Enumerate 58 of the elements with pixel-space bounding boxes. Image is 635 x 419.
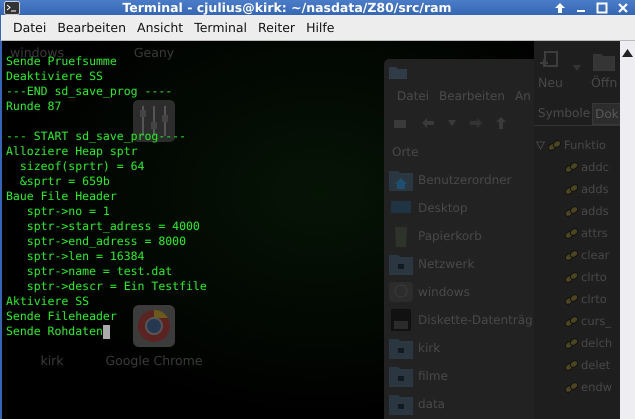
terminal-line: sptr->start_adress = 4000: [26, 219, 200, 234]
terminal-line: sptr->name = test.dat: [26, 264, 172, 279]
menu-item[interactable]: Reiter: [258, 20, 296, 35]
folder-icon: [389, 253, 413, 275]
menu-item[interactable]: Bearbeiten: [57, 20, 126, 35]
link-icon: [564, 380, 579, 394]
home-folder-icon: [389, 169, 413, 191]
menu-item[interactable]: Terminal: [194, 20, 248, 35]
folder-icon: [389, 337, 413, 359]
terminal-line: Sende Fileheader: [6, 309, 117, 324]
terminal-line: Runde 87: [6, 99, 62, 114]
maximize-icon[interactable]: [596, 2, 608, 14]
close-icon[interactable]: [617, 2, 629, 14]
terminal-line: sptr->len = 16384: [26, 249, 144, 264]
terminal-line: Sende Rohdaten: [6, 324, 103, 339]
up-arrow-icon[interactable]: [496, 117, 506, 129]
terminal-line: Baue File Header: [6, 189, 117, 204]
link-icon: [564, 314, 579, 328]
menu-item[interactable]: Datei: [13, 20, 46, 35]
menu-item[interactable]: Hilfe: [306, 20, 334, 35]
terminal-line: ---END sd_save_prog ----: [6, 84, 172, 99]
terminal-line: sptr->no = 1: [26, 204, 110, 219]
terminal-line: Aktiviere SS: [6, 294, 90, 309]
link-icon: [547, 138, 562, 152]
link-icon: [564, 358, 579, 372]
terminal-line: Deaktiviere SS: [6, 69, 103, 84]
desktop-icon-label[interactable]: kirk: [2, 353, 102, 368]
caret-icon[interactable]: [448, 120, 456, 126]
folder-icon: [389, 365, 413, 387]
keep-above-icon[interactable]: [554, 2, 566, 14]
terminal-line: sptr->descr = Ein Testfile: [26, 279, 207, 294]
window-title: Terminal - cjulius@kirk: ~/nasdata/Z80/src/ram: [121, 0, 453, 15]
expander-icon[interactable]: [536, 140, 545, 150]
hard-drive-icon: [389, 281, 413, 303]
link-icon: [564, 248, 579, 262]
menu-item[interactable]: Ansicht: [137, 20, 184, 35]
folder-icon: [389, 393, 413, 415]
back-arrow-icon[interactable]: [422, 118, 434, 128]
terminal-icon: [4, 0, 20, 14]
link-icon: [564, 182, 579, 196]
terminal-line: --- START sd_save_prog----: [6, 129, 186, 144]
link-icon: [564, 270, 579, 284]
browser-icon[interactable]: [133, 305, 175, 347]
link-icon: [564, 226, 579, 240]
new-folder-icon[interactable]: [394, 117, 408, 129]
link-icon: [564, 204, 579, 218]
terminal-line: Alloziere Heap sptr: [6, 144, 138, 159]
scroll-up-arrow-icon[interactable]: [622, 49, 633, 57]
terminal-line: sptr->end_adress = 8000: [26, 234, 186, 249]
link-icon: [564, 292, 579, 306]
terminal-line: sizeof(sprtr) = 64: [18, 159, 144, 174]
scrollbar[interactable]: [620, 41, 635, 419]
desktop-icon-label[interactable]: Google Chrome: [104, 353, 204, 368]
desktop-icon-label[interactable]: Geany: [104, 45, 204, 60]
folder-icon: [389, 65, 407, 79]
terminal-line: &sprtr = 659b: [18, 174, 110, 189]
link-icon: [564, 160, 579, 174]
link-icon: [564, 336, 579, 350]
